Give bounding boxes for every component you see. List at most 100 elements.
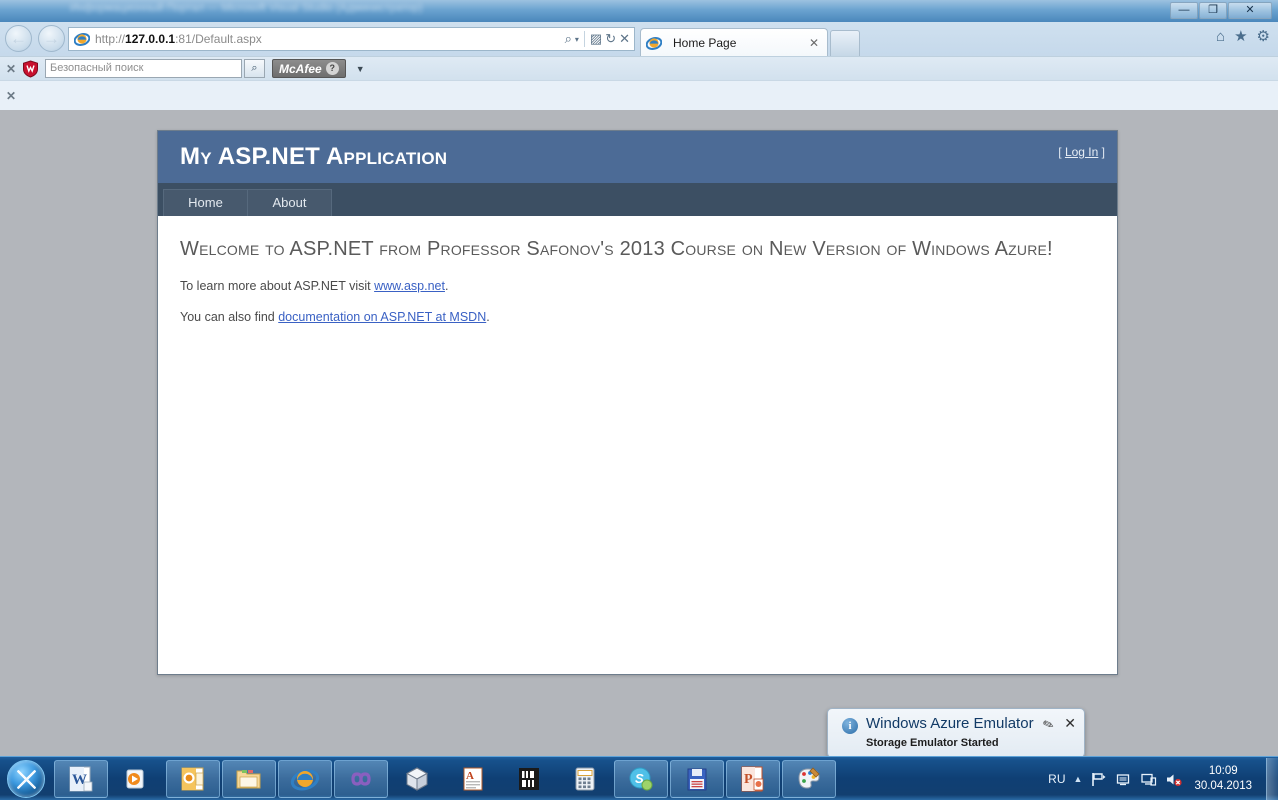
p1-before: To learn more about ASP.NET visit bbox=[180, 279, 375, 293]
browser-command-bar[interactable]: ⌂ ★ ⚙ bbox=[1216, 29, 1270, 44]
tab-title: Home Page bbox=[673, 35, 737, 50]
search-icon[interactable]: ⌕ bbox=[565, 31, 572, 47]
tab-internet-explorer-icon bbox=[646, 35, 662, 51]
clock-time: 10:09 bbox=[1208, 765, 1238, 777]
notification-close-icon[interactable]: ✕ bbox=[1064, 715, 1076, 732]
taskbar-item-barcode-app[interactable] bbox=[502, 760, 556, 798]
show-desktop-button[interactable] bbox=[1266, 758, 1278, 800]
outlook-icon bbox=[181, 767, 204, 790]
taskbar-item-explorer[interactable] bbox=[222, 759, 276, 798]
new-tab-button[interactable] bbox=[830, 30, 860, 56]
page-viewport: My ASP.NET Application [ Log In ] Home A… bbox=[0, 110, 1278, 756]
language-indicator[interactable]: RU bbox=[1048, 772, 1065, 786]
login-prefix: [ bbox=[1058, 145, 1065, 159]
taskbar-item-visual-studio[interactable] bbox=[334, 759, 388, 798]
nav-tab-home[interactable]: Home bbox=[163, 189, 248, 216]
navigation-row: ← → http://127.0.0.1:81/Default.aspx ⌕ ▾… bbox=[0, 22, 1278, 56]
calculator-icon bbox=[575, 767, 595, 790]
speaker-muted-icon[interactable] bbox=[1165, 771, 1183, 788]
back-button[interactable]: ← bbox=[5, 25, 32, 52]
tab-close-icon[interactable]: ✕ bbox=[809, 36, 819, 50]
azure-emulator-notification[interactable]: i Windows Azure Emulator Storage Emulato… bbox=[827, 708, 1085, 758]
taskbar-item-outlook[interactable] bbox=[166, 759, 220, 798]
barcode-icon bbox=[519, 767, 539, 790]
internet-explorer-icon bbox=[74, 31, 90, 47]
asp-net-link[interactable]: www.asp.net bbox=[374, 279, 445, 293]
notification-title: Windows Azure Emulator bbox=[866, 715, 1034, 732]
favorites-star-icon[interactable]: ★ bbox=[1234, 29, 1247, 44]
browser-tab-home-page[interactable]: Home Page ✕ bbox=[640, 28, 828, 56]
taskbar: W A S P RU ▲ 10:09 30.04.2013 bbox=[0, 756, 1278, 800]
url-path: :81/Default.aspx bbox=[175, 32, 262, 46]
network-icon[interactable] bbox=[1115, 771, 1132, 788]
p1-after: . bbox=[444, 279, 449, 293]
close-button[interactable]: ✕ bbox=[1228, 2, 1272, 19]
page-content: Welcome to ASP.NET from Professor Safono… bbox=[158, 216, 1117, 324]
mcafee-brand-button[interactable]: McAfee ? bbox=[272, 59, 346, 78]
taskbar-item-calculator[interactable] bbox=[558, 760, 612, 798]
start-button[interactable] bbox=[2, 759, 50, 799]
svg-text:A: A bbox=[466, 770, 474, 782]
minimize-button[interactable]: — bbox=[1170, 2, 1198, 19]
taskbar-item-media-player[interactable] bbox=[110, 760, 164, 798]
msdn-documentation-link[interactable]: documentation on ASP.NET at MSDN bbox=[278, 310, 486, 324]
page-title: My ASP.NET Application bbox=[180, 143, 448, 170]
window-controls[interactable]: — ❐ ✕ bbox=[1170, 2, 1272, 19]
taskbar-item-save-app[interactable] bbox=[670, 759, 724, 798]
pin-icon[interactable]: ✎ bbox=[1041, 716, 1057, 735]
internet-explorer-icon bbox=[290, 768, 320, 791]
show-hidden-icons-caret[interactable]: ▲ bbox=[1074, 774, 1083, 784]
url-host: 127.0.0.1 bbox=[125, 32, 176, 46]
url-scheme: http:// bbox=[95, 32, 126, 46]
mcafee-brand-label: McAfee bbox=[279, 61, 322, 76]
taskbar-item-paint[interactable] bbox=[782, 759, 836, 798]
info-icon: i bbox=[842, 718, 858, 734]
refresh-icon[interactable]: ↻ bbox=[605, 31, 616, 47]
divider bbox=[583, 31, 585, 47]
home-icon[interactable]: ⌂ bbox=[1216, 29, 1225, 44]
gear-icon[interactable]: ⚙ bbox=[1257, 29, 1270, 44]
restore-button[interactable]: ❐ bbox=[1199, 2, 1227, 19]
clock[interactable]: 10:09 30.04.2013 bbox=[1194, 764, 1252, 794]
document-icon: A bbox=[463, 767, 483, 790]
log-in-link[interactable]: Log In bbox=[1065, 145, 1098, 159]
stop-icon[interactable]: ✕ bbox=[619, 31, 630, 47]
chevron-down-icon[interactable]: ▼ bbox=[356, 64, 365, 74]
mcafee-toolbar-close-icon[interactable]: ✕ bbox=[0, 62, 22, 76]
flag-icon[interactable] bbox=[1090, 771, 1107, 788]
taskbar-item-cube-app[interactable] bbox=[390, 760, 444, 798]
site-navigation: Home About bbox=[158, 183, 1117, 216]
folder-icon bbox=[236, 769, 261, 788]
browser-chrome: ← → http://127.0.0.1:81/Default.aspx ⌕ ▾… bbox=[0, 22, 1278, 110]
taskbar-item-powerpoint[interactable]: P bbox=[726, 759, 780, 798]
compatibility-view-icon[interactable]: ▨ bbox=[590, 31, 602, 47]
word-icon: W bbox=[69, 766, 93, 791]
address-text[interactable]: http://127.0.0.1:81/Default.aspx bbox=[95, 32, 565, 46]
mcafee-toolbar: ✕ Безопасный поиск ⌕ McAfee ? ▼ bbox=[0, 56, 1278, 80]
display-icon[interactable] bbox=[1140, 771, 1157, 788]
paragraph-documentation: You can also find documentation on ASP.N… bbox=[180, 310, 1095, 324]
welcome-heading: Welcome to ASP.NET from Professor Safono… bbox=[180, 238, 1053, 260]
forward-button[interactable]: → bbox=[38, 25, 65, 52]
desktop-background: Информационный Портал — Microsoft Visual… bbox=[0, 0, 1278, 22]
secondary-toolbar-close-icon[interactable]: ✕ bbox=[0, 89, 22, 103]
p2-after: . bbox=[486, 310, 490, 324]
skype-icon: S bbox=[629, 767, 653, 790]
nav-tab-about[interactable]: About bbox=[247, 189, 332, 216]
chevron-down-icon[interactable]: ▾ bbox=[575, 35, 579, 44]
mcafee-search-input[interactable]: Безопасный поиск bbox=[45, 59, 242, 78]
address-bar-icons[interactable]: ⌕ ▾ ▨ ↻ ✕ bbox=[565, 31, 634, 47]
login-suffix: ] bbox=[1098, 145, 1105, 159]
svg-text:P: P bbox=[744, 772, 753, 787]
cube-icon bbox=[405, 766, 429, 791]
taskbar-item-skype[interactable]: S bbox=[614, 759, 668, 798]
help-icon[interactable]: ? bbox=[325, 62, 339, 75]
taskbar-item-word[interactable]: W bbox=[54, 759, 108, 798]
mcafee-search-button[interactable]: ⌕ bbox=[244, 59, 265, 78]
taskbar-item-document-app[interactable]: A bbox=[446, 760, 500, 798]
address-bar[interactable]: http://127.0.0.1:81/Default.aspx ⌕ ▾ ▨ ↻… bbox=[68, 27, 635, 51]
media-player-icon bbox=[126, 769, 144, 788]
notification-subtitle: Storage Emulator Started bbox=[866, 737, 999, 749]
taskbar-item-internet-explorer[interactable] bbox=[278, 759, 332, 798]
system-tray: RU ▲ 10:09 30.04.2013 bbox=[1048, 757, 1278, 800]
